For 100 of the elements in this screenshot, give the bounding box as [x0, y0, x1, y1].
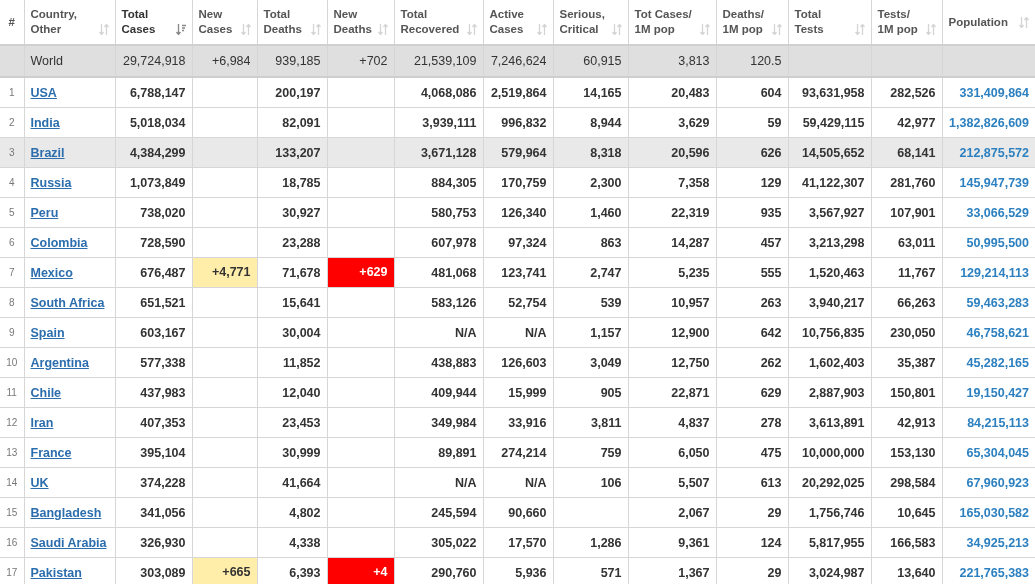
column-header[interactable]: Deaths/ 1M pop — [722, 7, 765, 37]
country-link[interactable]: France — [30, 445, 72, 460]
column-header[interactable]: Serious, Critical — [559, 7, 605, 37]
table-cell: N/A — [454, 475, 477, 490]
column-header[interactable]: Total Deaths — [263, 7, 302, 37]
table-cell: 59,429,115 — [802, 115, 865, 130]
table-cell: 1,286 — [590, 535, 622, 550]
table-cell: 68,141 — [897, 145, 936, 160]
country-link[interactable]: Spain — [30, 325, 65, 340]
table-cell: 23,453 — [282, 415, 321, 430]
country-link[interactable]: UK — [30, 475, 49, 490]
table-cell: 90,660 — [508, 505, 547, 520]
table-cell: 63,011 — [897, 235, 936, 250]
sort-icon[interactable] — [310, 24, 321, 35]
country-link[interactable]: Pakistan — [30, 565, 82, 580]
table-cell: 245,594 — [431, 505, 477, 520]
table-cell: 124 — [760, 535, 782, 550]
population-cell: 145,947,739 — [959, 175, 1029, 190]
row-number: 2 — [8, 117, 15, 128]
table-cell: 71,678 — [282, 265, 321, 280]
table-cell: 5,507 — [678, 475, 710, 490]
table-cell: 126,603 — [501, 355, 547, 370]
country-link[interactable]: South Africa — [30, 295, 105, 310]
column-header[interactable]: # — [8, 14, 15, 30]
country-link[interactable]: Saudi Arabia — [30, 535, 107, 550]
sort-icon[interactable] — [925, 24, 936, 35]
table-cell: 30,927 — [282, 205, 321, 220]
table-cell: 82,091 — [282, 115, 321, 130]
country-link[interactable]: Russia — [30, 175, 72, 190]
table-cell: 4,338 — [289, 535, 321, 550]
table-cell: 274,214 — [501, 445, 547, 460]
sort-icon[interactable] — [240, 24, 251, 35]
table-cell: 884,305 — [431, 175, 477, 190]
row-number: 14 — [6, 477, 18, 488]
table-cell: 939,185 — [275, 54, 321, 68]
population-cell: 59,463,283 — [966, 295, 1029, 310]
column-header[interactable]: Tests/ 1M pop — [877, 7, 918, 37]
table-cell: 8,318 — [590, 145, 622, 160]
table-cell: 4,384,299 — [129, 145, 186, 160]
column-header[interactable]: Tot Cases/ 1M pop — [634, 7, 692, 37]
table-cell: 629 — [760, 385, 782, 400]
sort-icon[interactable] — [854, 24, 865, 35]
table-cell: 326,930 — [140, 535, 186, 550]
country-link[interactable]: Brazil — [30, 145, 65, 160]
table-cell: 3,213,298 — [808, 235, 865, 250]
table-cell: 613 — [760, 475, 782, 490]
table-cell: 395,104 — [140, 445, 186, 460]
sort-icon[interactable] — [536, 24, 547, 35]
table-cell: 4,802 — [289, 505, 321, 520]
table-cell: +702 — [359, 54, 388, 68]
table-cell: 282,526 — [890, 85, 936, 100]
sort-icon[interactable] — [98, 24, 109, 35]
table-cell: 5,235 — [678, 265, 710, 280]
table-cell: 14,505,652 — [801, 145, 865, 160]
sort-icon[interactable] — [771, 24, 782, 35]
sort-icon[interactable] — [611, 24, 622, 35]
sort-icon[interactable] — [1019, 16, 1029, 28]
table-cell: 7,246,624 — [490, 54, 547, 68]
country-link[interactable]: Iran — [30, 415, 54, 430]
column-header[interactable]: Active Cases — [489, 7, 525, 37]
table-cell: 18,785 — [282, 175, 321, 190]
column-header[interactable]: Population — [948, 14, 1008, 30]
country-link[interactable]: Peru — [30, 205, 59, 220]
table-cell: 14,287 — [671, 235, 710, 250]
column-header[interactable]: New Cases — [198, 7, 233, 37]
table-cell: 728,590 — [140, 235, 186, 250]
table-cell: 41,664 — [282, 475, 321, 490]
country-link[interactable]: Argentina — [30, 355, 89, 370]
column-header[interactable]: Total Recovered — [400, 7, 460, 37]
table-cell: 11,852 — [282, 355, 321, 370]
table-cell: 20,596 — [671, 145, 710, 160]
row-number: 17 — [6, 567, 18, 578]
table-cell: N/A — [454, 325, 477, 340]
table-cell: 23,288 — [282, 235, 321, 250]
table-cell: 374,228 — [140, 475, 186, 490]
column-header[interactable]: Total Tests — [794, 7, 824, 37]
table-cell: 29,724,918 — [122, 54, 186, 68]
column-header[interactable]: New Deaths — [333, 7, 372, 37]
table-cell: 1,157 — [590, 325, 622, 340]
sort-icon[interactable] — [377, 24, 388, 35]
table-cell: 651,521 — [140, 295, 186, 310]
country-link[interactable]: Chile — [30, 385, 62, 400]
country-link[interactable]: Bangladesh — [30, 505, 102, 520]
table-cell: 3,613,891 — [808, 415, 865, 430]
table-cell: 457 — [760, 235, 782, 250]
table-cell: 571 — [600, 565, 622, 580]
table-cell: 15,641 — [282, 295, 321, 310]
table-cell: +4 — [327, 558, 394, 584]
sort-icon[interactable] — [466, 24, 477, 35]
sort-icon[interactable] — [175, 24, 186, 35]
country-link[interactable]: USA — [30, 85, 57, 100]
country-link[interactable]: India — [30, 115, 60, 130]
table-cell: 33,916 — [508, 415, 547, 430]
sort-icon[interactable] — [699, 24, 710, 35]
column-header[interactable]: Total Cases — [121, 7, 156, 37]
table-cell: 539 — [600, 295, 622, 310]
column-header[interactable]: Country, Other — [30, 7, 77, 37]
country-link[interactable]: Colombia — [30, 235, 88, 250]
table-cell: 298,584 — [890, 475, 936, 490]
country-link[interactable]: Mexico — [30, 265, 73, 280]
